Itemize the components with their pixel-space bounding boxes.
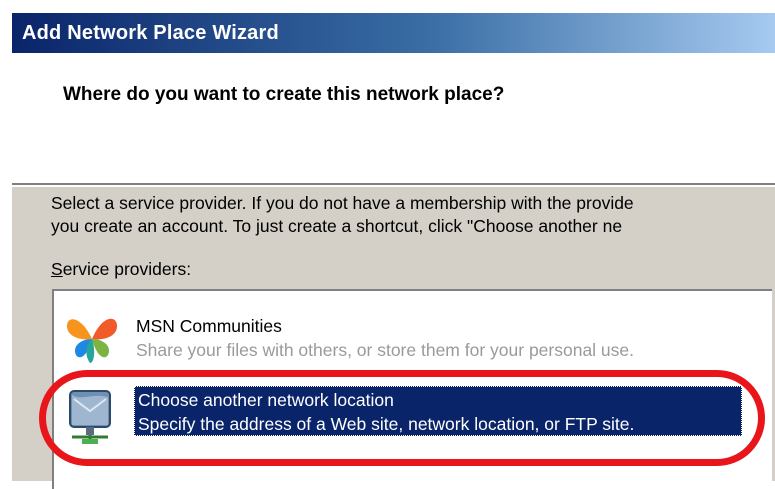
service-providers-label: Service providers:	[51, 259, 191, 280]
list-item-msn-communities[interactable]: MSN Communities Share your files with ot…	[54, 299, 774, 369]
page-title: Where do you want to create this network…	[63, 84, 505, 105]
instructions-line-2: you create an account. To just create a …	[51, 216, 623, 236]
item-description: Share your files with others, or store t…	[136, 340, 635, 360]
msn-butterfly-icon	[64, 309, 120, 365]
window-title: Add Network Place Wizard	[22, 22, 279, 44]
item-title: Choose another network location	[138, 390, 394, 410]
instructions-text: Select a service provider. If you do not…	[51, 192, 771, 238]
network-location-icon	[64, 387, 120, 444]
item-description: Specify the address of a Web site, netwo…	[138, 414, 635, 434]
wizard-header: Where do you want to create this network…	[12, 53, 775, 187]
service-providers-label-text: ervice providers:	[62, 259, 192, 279]
service-providers-list[interactable]: MSN Communities Share your files with ot…	[52, 289, 772, 489]
list-item-choose-another-location[interactable]: Choose another network location Specify …	[54, 381, 774, 451]
title-bar[interactable]: Add Network Place Wizard	[12, 13, 775, 53]
instructions-line-1: Select a service provider. If you do not…	[51, 193, 634, 213]
access-key-letter: S	[51, 259, 63, 279]
item-title: MSN Communities	[136, 316, 282, 336]
